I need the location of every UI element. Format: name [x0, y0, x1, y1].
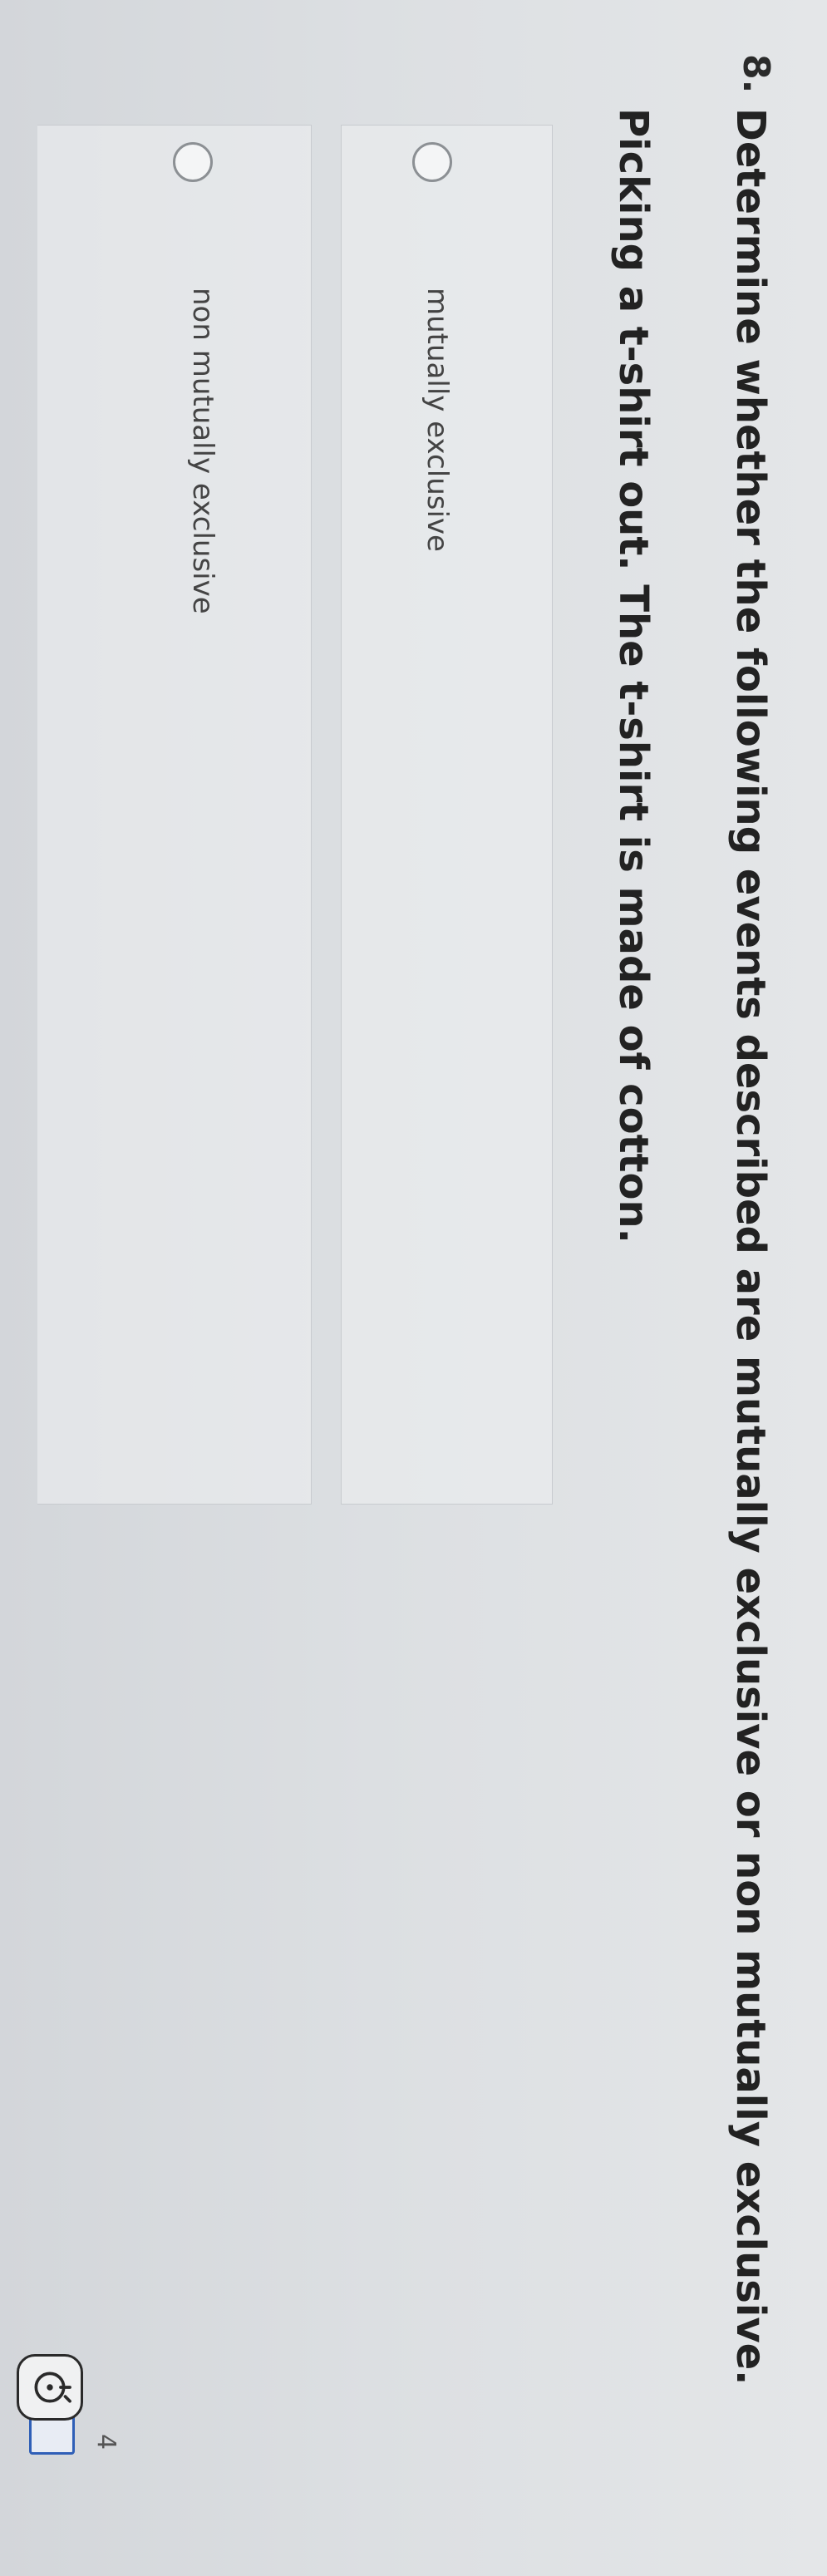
question-scenario: Picking a t-shirt out. The t-shirt is ma… — [610, 108, 657, 1244]
page-number: 4 — [91, 2434, 121, 2450]
choice-non-mutually-exclusive[interactable]: non mutually exclusive — [37, 125, 312, 1505]
choice-label: non mutually exclusive — [186, 288, 219, 614]
choice-mutually-exclusive[interactable]: mutually exclusive — [341, 125, 553, 1505]
question-number: 8. — [735, 54, 777, 94]
calculator-button[interactable] — [17, 2354, 83, 2421]
question-page: 8. Determine whether the following event… — [0, 0, 827, 2576]
calculator-icon — [34, 2372, 71, 2403]
choice-label: mutually exclusive — [421, 288, 454, 552]
question-prompt: Determine whether the following events d… — [727, 108, 774, 2386]
radio-button[interactable] — [412, 142, 452, 182]
radio-button[interactable] — [173, 142, 213, 182]
